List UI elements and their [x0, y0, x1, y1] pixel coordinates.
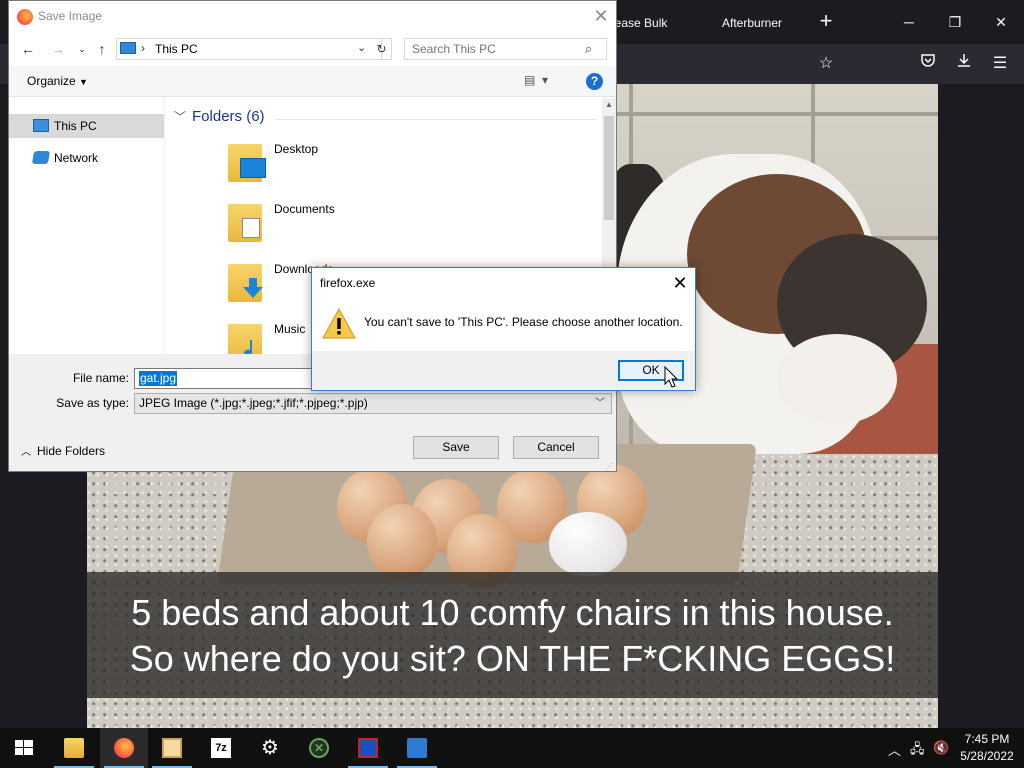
network-tool-icon[interactable] [393, 728, 441, 768]
up-arrow-icon[interactable]: ↑ [91, 40, 113, 58]
view-options-icon[interactable]: ▤ ▾ [524, 73, 564, 89]
settings-icon[interactable]: ⚙ [246, 728, 294, 768]
taskbar: 7z ⚙ ✕ ︿ 🖧 🔇 7:45 PM 5/28/2022 [0, 728, 1024, 768]
save-as-type-label: Save as type: [56, 396, 129, 410]
address-dropdown-icon[interactable]: ⌄ [357, 41, 366, 54]
address-row: ← → ⌄ ↑ › This PC ⌄ ↻ ⌕ [9, 32, 616, 66]
folder-label: Music [274, 322, 306, 336]
dialog-title: Save Image [38, 9, 103, 23]
clock-time: 7:45 PM [964, 732, 1010, 746]
refresh-icon[interactable]: ↻ [372, 38, 392, 60]
dialog-title-bar: Save Image ✕ [9, 1, 616, 32]
firefox-logo-icon [17, 9, 33, 25]
show-hidden-icons-chevron-icon[interactable]: ︿ [888, 740, 901, 759]
system-clock[interactable]: 7:45 PM 5/28/2022 [952, 731, 1022, 765]
xbox-icon[interactable]: ✕ [295, 728, 343, 768]
download-icon[interactable] [951, 52, 977, 76]
new-tab-button[interactable]: + [812, 8, 840, 36]
music-folder-icon [228, 324, 262, 354]
sidebar-item-this-pc[interactable]: This PC [9, 114, 164, 138]
organize-label: Organize [27, 74, 76, 88]
folder-label: Desktop [274, 142, 319, 156]
folder-desktop[interactable]: Desktop [228, 136, 528, 190]
menu-icon[interactable]: ☰ [987, 52, 1013, 76]
warning-icon [322, 308, 356, 339]
sidebar-item-label: This PC [54, 119, 97, 133]
sidebar-item-network[interactable]: Network [9, 146, 164, 170]
computer-icon [33, 119, 49, 132]
scroll-up-icon[interactable]: ▲ [602, 100, 616, 109]
windows-logo-icon [15, 740, 33, 755]
alert-title: firefox.exe [320, 276, 376, 290]
navigation-pane: This PC Network [9, 98, 165, 354]
clock-date: 5/28/2022 [960, 749, 1014, 763]
minimize-button[interactable]: ─ [886, 8, 932, 36]
contacts-icon[interactable] [148, 728, 196, 768]
tab-afterburner[interactable]: Afterburner [722, 10, 812, 36]
cancel-button[interactable]: Cancel [513, 436, 599, 459]
computer-icon [120, 42, 136, 54]
save-as-type-value: JPEG Image (*.jpg;*.jpeg;*.jfif;*.pjpeg;… [139, 396, 368, 410]
group-divider [276, 119, 596, 120]
save-button[interactable]: Save [413, 436, 499, 459]
chevron-up-icon: ︿ [21, 447, 31, 458]
file-name-label: File name: [72, 371, 129, 385]
file-name-input[interactable]: gat.jpg [134, 368, 312, 389]
file-name-value: gat.jpg [139, 371, 178, 386]
help-icon[interactable]: ? [586, 73, 603, 90]
save-as-type-select[interactable]: JPEG Image (*.jpg;*.jpeg;*.jfif;*.pjpeg;… [134, 393, 612, 414]
alert-close-icon[interactable]: ✕ [668, 272, 692, 294]
file-explorer-icon[interactable] [50, 728, 98, 768]
sidebar-item-label: Network [54, 151, 99, 165]
scrollbar-thumb[interactable] [604, 116, 614, 220]
mouse-cursor-icon [664, 366, 678, 388]
desktop-folder-icon [228, 144, 266, 182]
network-icon [31, 151, 51, 164]
error-alert-dialog: firefox.exe ✕ You can't save to 'This PC… [311, 267, 696, 391]
caption-line-1: 5 beds and about 10 comfy chairs in this… [131, 592, 894, 633]
search-input[interactable] [405, 39, 580, 59]
star-icon[interactable]: ☆ [813, 52, 839, 76]
forward-arrow-icon[interactable]: → [47, 40, 69, 58]
resize-grip-icon[interactable]: ⋰ [605, 462, 613, 471]
pocket-icon[interactable] [915, 52, 941, 76]
firefox-icon[interactable] [100, 728, 148, 768]
breadcrumb[interactable]: This PC [155, 42, 198, 56]
tab-release-bulk[interactable]: lease Bulk [612, 10, 702, 36]
close-window-button[interactable]: ✕ [978, 8, 1024, 36]
restore-button[interactable]: ❐ [932, 8, 978, 36]
chevron-down-icon: ﹀ [174, 110, 187, 124]
back-arrow-icon[interactable]: ← [17, 40, 39, 58]
address-bar[interactable]: › This PC ⌄ [116, 38, 382, 60]
hide-folders-toggle[interactable]: ︿ Hide Folders [21, 443, 105, 458]
recent-locations-chevron-icon[interactable]: ⌄ [71, 40, 93, 58]
folder-label: Documents [274, 202, 335, 216]
folder-documents[interactable]: Documents [228, 196, 528, 250]
chevron-down-icon: ﹀ [595, 398, 605, 409]
organize-button[interactable]: Organize ▼ [27, 74, 88, 88]
save-image-dialog: Save Image ✕ ← → ⌄ ↑ › This PC ⌄ ↻ ⌕ Org… [8, 0, 617, 472]
alert-message: You can't save to 'This PC'. Please choo… [364, 315, 683, 329]
dialog-close-icon[interactable]: ✕ [589, 5, 613, 27]
start-button[interactable] [0, 728, 48, 768]
caption-line-2: So where do you sit? ON THE F*CKING EGGS… [129, 638, 896, 679]
search-icon[interactable]: ⌕ [585, 41, 592, 57]
alert-footer: OK [312, 351, 695, 390]
network-status-icon[interactable]: 🖧 [910, 740, 925, 762]
volume-muted-icon[interactable]: 🔇 [933, 740, 949, 756]
7zip-icon[interactable]: 7z [197, 728, 245, 768]
monitor-app-icon[interactable] [344, 728, 392, 768]
downloads-folder-icon [228, 264, 263, 302]
breadcrumb-chevron-icon: › [141, 41, 145, 55]
chevron-down-icon: ▼ [79, 77, 88, 87]
search-box: ⌕ [404, 38, 607, 60]
dialog-toolbar: Organize ▼ ▤ ▾ ? [9, 66, 616, 97]
documents-folder-icon [228, 204, 262, 242]
folders-group-header[interactable]: ﹀ Folders (6) [174, 108, 265, 125]
